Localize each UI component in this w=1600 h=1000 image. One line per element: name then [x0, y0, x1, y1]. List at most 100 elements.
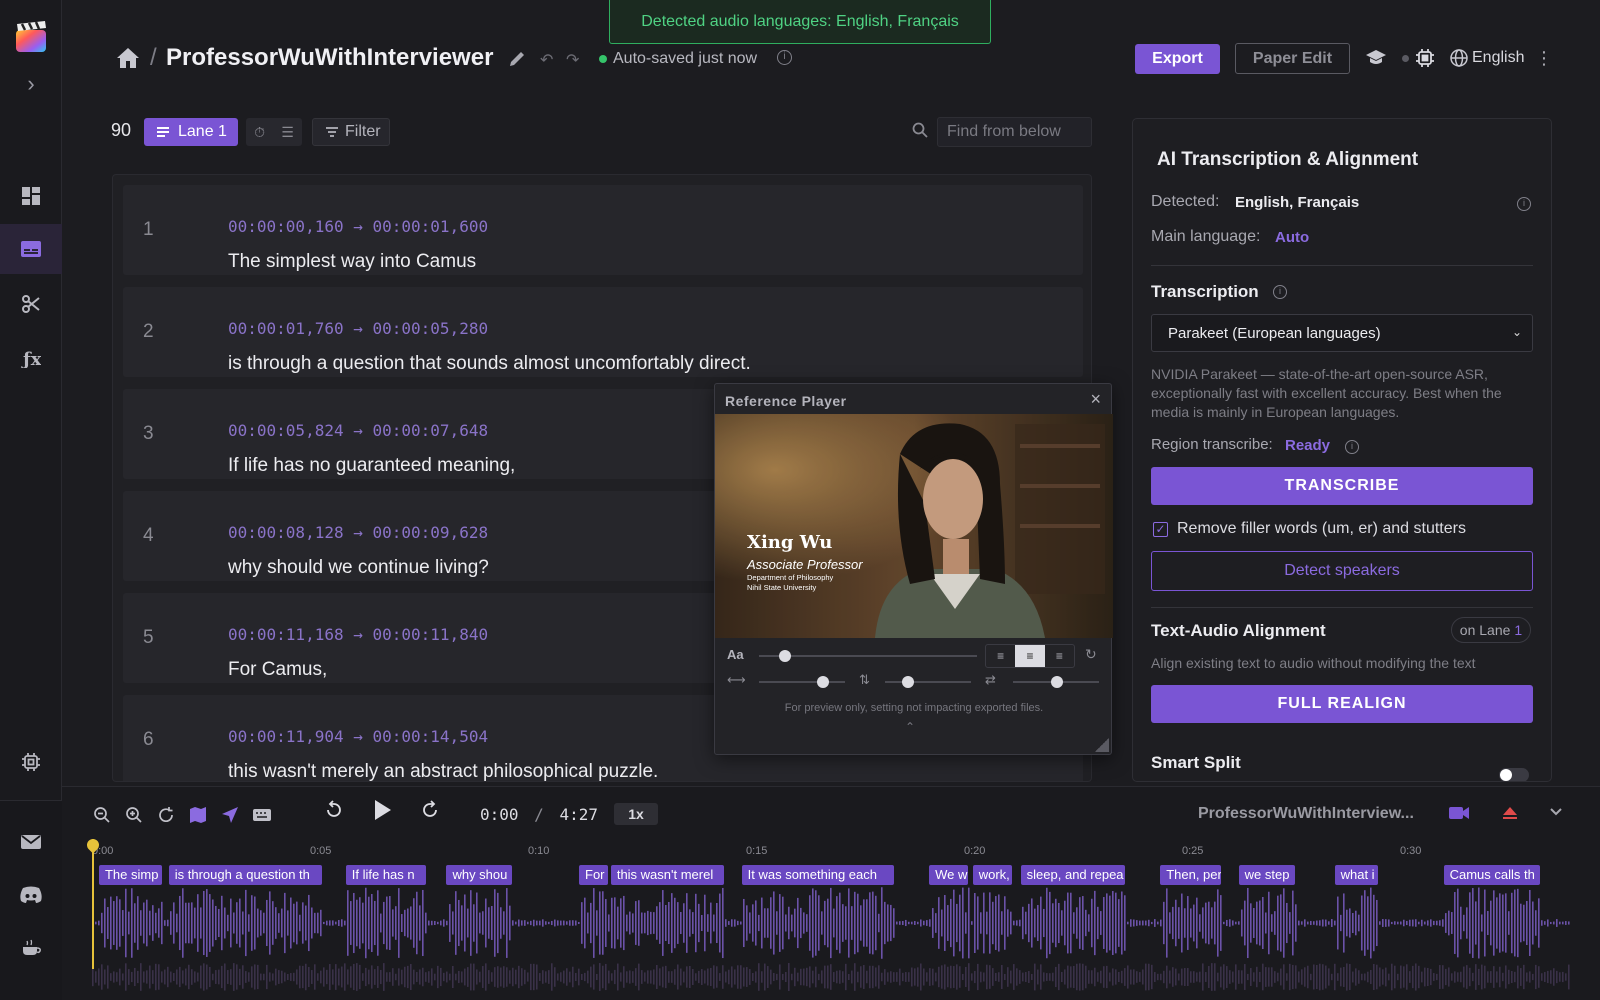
subtitle-text[interactable]: is through a question that sounds almost…: [228, 353, 751, 375]
timeline-clip[interactable]: For: [579, 865, 609, 885]
subtitle-text[interactable]: The simplest way into Camus: [228, 251, 476, 273]
waveform-bar: [572, 920, 574, 926]
info-icon[interactable]: i: [1345, 440, 1359, 454]
timeline-clip[interactable]: If life has n: [345, 865, 426, 885]
keyboard-icon[interactable]: [252, 805, 272, 825]
wrap-icon[interactable]: ☰: [281, 124, 294, 141]
subtitle-text[interactable]: why should we continue living?: [228, 557, 489, 579]
waveform-bar: [1013, 964, 1015, 990]
graduation-cap-icon[interactable]: [1365, 48, 1387, 68]
filler-checkbox[interactable]: ✓: [1153, 522, 1168, 537]
full-realign-button[interactable]: FULL REALIGN: [1151, 685, 1533, 723]
subtitle-timecode[interactable]: 00:00:08,128 → 00:00:09,628: [228, 523, 488, 542]
align-center-icon[interactable]: ≡: [1015, 645, 1045, 667]
redo-icon[interactable]: ↷: [566, 50, 579, 70]
timer-icon[interactable]: ⏱: [254, 124, 265, 141]
info-icon[interactable]: i: [1517, 197, 1531, 211]
discord-icon[interactable]: [0, 870, 62, 920]
lane-pill[interactable]: on Lane 1: [1451, 617, 1531, 643]
language-selector[interactable]: English: [1472, 49, 1524, 67]
home-icon[interactable]: [116, 47, 140, 69]
dashboard-icon[interactable]: [0, 171, 62, 221]
coffee-icon[interactable]: [0, 923, 62, 973]
subtitle-text[interactable]: this wasn't merely an abstract philosoph…: [228, 761, 658, 781]
filter-button[interactable]: Filter: [312, 118, 390, 146]
timeline-clip[interactable]: It was something each: [741, 865, 895, 885]
globe-icon[interactable]: [1450, 49, 1468, 67]
cpu-icon[interactable]: [1415, 48, 1435, 68]
zoom-out-icon[interactable]: [92, 805, 112, 825]
subtitle-card[interactable]: 2 00:00:01,760 → 00:00:05,280 is through…: [123, 287, 1083, 377]
subtitle-card[interactable]: 1 00:00:00,160 → 00:00:01,600 The simple…: [123, 185, 1083, 275]
zoom-in-icon[interactable]: [124, 805, 144, 825]
timeline-clip[interactable]: is through a question th: [168, 865, 323, 885]
timeline-clip[interactable]: Then, per: [1160, 865, 1222, 885]
paper-edit-button[interactable]: Paper Edit: [1235, 43, 1350, 74]
playback-speed[interactable]: 1x: [614, 803, 658, 825]
chevron-down-icon[interactable]: [1548, 803, 1564, 819]
info-icon[interactable]: i: [1273, 285, 1287, 299]
vertical-offset-slider[interactable]: [885, 676, 971, 688]
playhead[interactable]: [92, 839, 94, 969]
transcribe-button[interactable]: TRANSCRIBE: [1151, 467, 1533, 505]
subtitle-timecode[interactable]: 00:00:00,160 → 00:00:01,600: [228, 217, 488, 236]
undo-icon[interactable]: ↶: [540, 50, 553, 70]
waveform-bar: [593, 888, 595, 958]
filler-label[interactable]: Remove filler words (um, er) and stutter…: [1177, 520, 1466, 538]
rewind-icon[interactable]: [324, 800, 344, 825]
model-select[interactable]: Parakeet (European languages) ⌄: [1151, 314, 1533, 352]
detect-speakers-button[interactable]: Detect speakers: [1151, 551, 1533, 591]
subtitle-timecode[interactable]: 00:00:01,760 → 00:00:05,280: [228, 319, 488, 338]
lane-selector-button[interactable]: Lane 1: [144, 118, 238, 146]
expand-sidebar-icon[interactable]: ›: [21, 73, 41, 95]
video-preview[interactable]: Xing Wu Associate Professor Department o…: [715, 414, 1113, 638]
reference-player[interactable]: Reference Player × Xing Wu Associate Pro…: [714, 383, 1113, 755]
timeline-clip[interactable]: We w: [929, 865, 969, 885]
spacing-slider[interactable]: [1013, 676, 1099, 688]
subtitle-timecode[interactable]: 00:00:11,168 → 00:00:11,840: [228, 625, 488, 644]
app-logo-icon[interactable]: [14, 20, 48, 54]
export-button[interactable]: Export: [1135, 44, 1220, 74]
video-camera-icon[interactable]: [1448, 805, 1470, 821]
smart-split-toggle[interactable]: [1499, 768, 1529, 781]
subtitle-text[interactable]: For Camus,: [228, 659, 327, 681]
time-ruler[interactable]: 0:00 0:05 0:10 0:15 0:20 0:25 0:30: [92, 845, 1570, 865]
align-left-icon[interactable]: ≡: [986, 645, 1015, 667]
mail-icon[interactable]: [0, 817, 62, 867]
edit-title-icon[interactable]: [507, 49, 527, 69]
timeline-clip[interactable]: why shou: [446, 865, 512, 885]
info-icon[interactable]: i: [777, 50, 792, 65]
horizontal-offset-slider[interactable]: [759, 676, 845, 688]
close-icon[interactable]: ×: [1090, 389, 1101, 410]
map-icon[interactable]: [188, 805, 208, 825]
font-size-slider[interactable]: [759, 650, 977, 662]
timeline-clip[interactable]: what i: [1334, 865, 1379, 885]
timeline-clip[interactable]: The simp: [98, 865, 162, 885]
navigate-icon[interactable]: [220, 805, 240, 825]
main-language-value[interactable]: Auto: [1275, 229, 1309, 246]
waveform-track[interactable]: The simp is through a question th If life …: [92, 865, 1570, 995]
more-menu-icon[interactable]: ⋮: [1535, 47, 1553, 69]
timeline-clip[interactable]: we step: [1238, 865, 1296, 885]
reset-icon[interactable]: ↻: [1085, 646, 1097, 663]
settings-chip-icon[interactable]: [0, 737, 62, 787]
timeline-clip[interactable]: work,: [972, 865, 1012, 885]
subtitle-text[interactable]: If life has no guaranteed meaning,: [228, 455, 515, 477]
timeline-clip[interactable]: Camus calls th: [1443, 865, 1540, 885]
eject-icon[interactable]: [1502, 805, 1518, 821]
waveform-bar: [836, 896, 838, 950]
timeline-clip[interactable]: sleep, and repea: [1020, 865, 1126, 885]
resize-handle-icon[interactable]: [1095, 738, 1109, 752]
reset-zoom-icon[interactable]: [156, 805, 176, 825]
find-input[interactable]: [937, 117, 1092, 147]
subtitle-timecode[interactable]: 00:00:11,904 → 00:00:14,504: [228, 727, 488, 746]
timeline-clip[interactable]: this wasn't merel: [610, 865, 725, 885]
play-icon[interactable]: [372, 799, 392, 826]
collapse-icon[interactable]: ⌃: [905, 720, 915, 734]
subtitles-icon[interactable]: [0, 224, 62, 274]
subtitle-timecode[interactable]: 00:00:05,824 → 00:00:07,648: [228, 421, 488, 440]
align-right-icon[interactable]: ≡: [1045, 645, 1074, 667]
fx-icon[interactable]: ƒx: [0, 333, 62, 383]
scissors-icon[interactable]: [0, 279, 62, 329]
forward-icon[interactable]: [420, 800, 440, 825]
